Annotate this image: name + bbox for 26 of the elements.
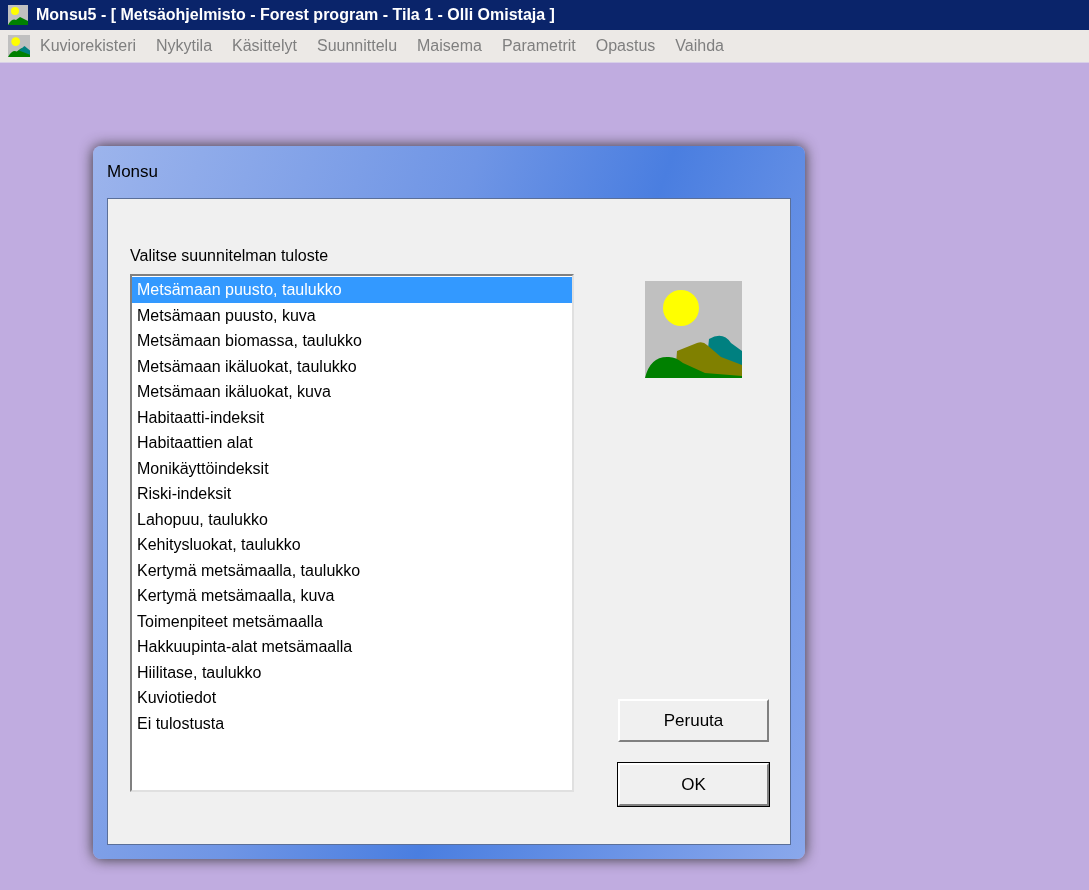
list-item[interactable]: Kertymä metsämaalla, taulukko	[132, 557, 572, 583]
list-item[interactable]: Ei tulostusta	[132, 710, 572, 736]
list-item[interactable]: Habitaatti-indeksit	[132, 404, 572, 430]
list-item[interactable]: Metsämaan ikäluokat, kuva	[132, 379, 572, 405]
list-item[interactable]: Hakkuupinta-alat metsämaalla	[132, 634, 572, 660]
list-item[interactable]: Kehitysluokat, taulukko	[132, 532, 572, 558]
list-item[interactable]: Metsämaan ikäluokat, taulukko	[132, 353, 572, 379]
output-list[interactable]	[130, 274, 574, 792]
landscape-icon[interactable]	[8, 35, 30, 57]
list-item[interactable]: Hiilitase, taulukko	[132, 659, 572, 685]
list-item[interactable]: Metsämaan puusto, kuva	[132, 302, 572, 328]
list-item[interactable]: Riski-indeksit	[132, 481, 572, 507]
dialog-title: Monsu	[107, 162, 159, 182]
list-item[interactable]: Lahopuu, taulukko	[132, 506, 572, 532]
landscape-icon	[8, 5, 28, 25]
ok-button[interactable]: OK	[618, 763, 769, 806]
list-item[interactable]: Monikäyttöindeksit	[132, 455, 572, 481]
list-item[interactable]: Metsämaan biomassa, taulukko	[132, 328, 572, 354]
window-title: Monsu5 - [ Metsäohjelmisto - Forest program - Tila 1 - Olli Omistaja ]	[36, 6, 555, 24]
list-item[interactable]: Kuviotiedot	[132, 685, 572, 711]
list-item[interactable]: Toimenpiteet metsämaalla	[132, 608, 572, 634]
prompt-label: Valitse suunnitelman tuloste	[130, 247, 330, 265]
landscape-icon	[645, 281, 742, 378]
list-item[interactable]: Kertymä metsämaalla, kuva	[132, 583, 572, 609]
list-item[interactable]: Habitaattien alat	[132, 430, 572, 456]
cancel-button[interactable]: Peruuta	[618, 699, 769, 742]
